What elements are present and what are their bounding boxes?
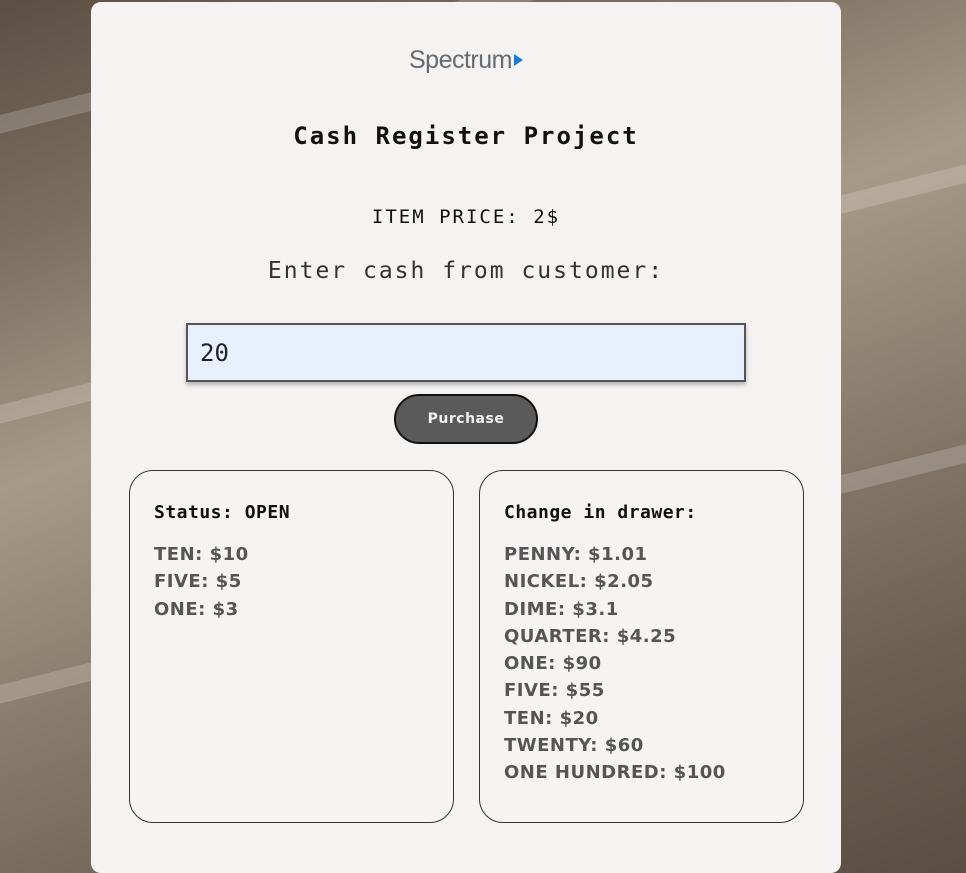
spectrum-logo: Spectrum <box>91 46 841 75</box>
drawer-item: QUARTER: $4.25 <box>504 625 677 647</box>
drawer-item: ONE HUNDRED: $100 <box>504 762 726 784</box>
drawer-list: PENNY: $1.01 NICKEL: $2.05 DIME: $3.1 QU… <box>504 541 779 787</box>
logo-arrow-icon <box>513 54 523 66</box>
cash-input[interactable] <box>186 323 746 382</box>
item-price: ITEM PRICE: 2$ <box>371 206 561 228</box>
status-change-item: ONE: $3 <box>154 598 239 620</box>
drawer-item: TEN: $20 <box>504 707 599 729</box>
page-title: Cash Register Project <box>293 122 639 150</box>
status-change-item: FIVE: $5 <box>154 571 242 593</box>
drawer-item: ONE: $90 <box>504 653 602 675</box>
drawer-heading: Change in drawer: <box>504 502 697 523</box>
logo-text: Spectrum <box>409 46 512 74</box>
drawer-item: FIVE: $55 <box>504 680 605 702</box>
drawer-item: DIME: $3.1 <box>504 598 619 620</box>
status-panel: Status: OPEN TEN: $10 FIVE: $5 ONE: $3 <box>129 470 454 823</box>
status-change-item: TEN: $10 <box>154 544 249 565</box>
status-change-list: TEN: $10 FIVE: $5 ONE: $3 <box>154 541 429 623</box>
drawer-item: PENNY: $1.01 <box>504 544 648 565</box>
status-heading: Status: OPEN <box>154 502 291 523</box>
purchase-button[interactable]: Purchase <box>394 394 538 444</box>
drawer-item: TWENTY: $60 <box>504 735 644 757</box>
cash-prompt: Enter cash from customer: <box>267 258 665 284</box>
drawer-item: NICKEL: $2.05 <box>504 571 654 593</box>
register-card: Spectrum Cash Register Project ITEM PRIC… <box>91 2 841 873</box>
drawer-panel: Change in drawer: PENNY: $1.01 NICKEL: $… <box>479 470 804 823</box>
